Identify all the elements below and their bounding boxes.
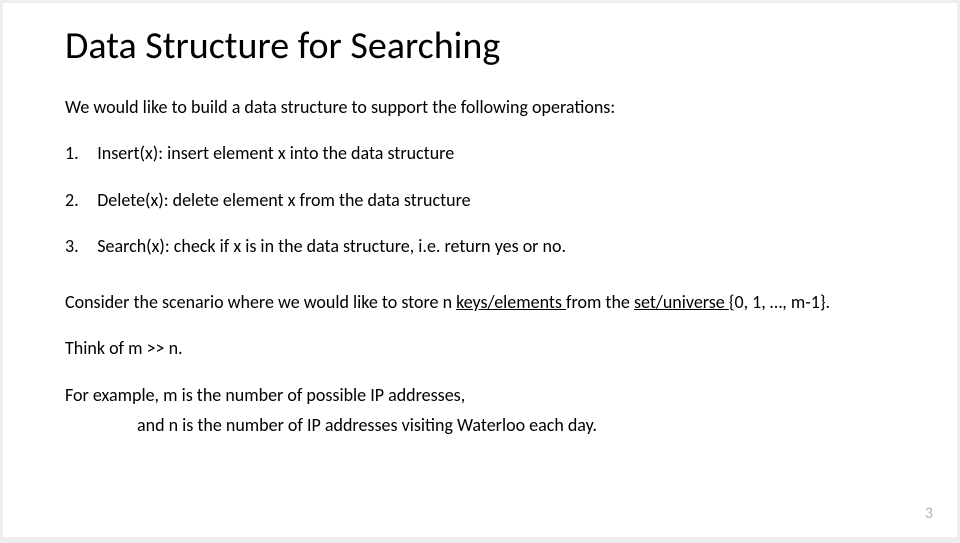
list-item: 2. Delete(x): delete element x from the … — [65, 188, 895, 212]
list-text: Insert(x): insert element x into the dat… — [97, 142, 454, 164]
text-fragment: from the — [566, 291, 634, 313]
scenario-text: Consider the scenario where we would lik… — [65, 290, 895, 314]
intro-text: We would like to build a data structure … — [65, 95, 895, 119]
example-line-1: For example, m is the number of possible… — [65, 383, 895, 407]
list-number: 2. — [65, 188, 85, 212]
slide-title: Data Structure for Searching — [65, 23, 895, 69]
list-item: 1. Insert(x): insert element x into the … — [65, 141, 895, 165]
think-text: Think of m >> n. — [65, 336, 895, 360]
text-fragment: {0, 1, …, m-1}. — [729, 291, 830, 313]
example-line-2: and n is the number of IP addresses visi… — [65, 413, 895, 437]
list-text: Search(x): check if x is in the data str… — [97, 235, 566, 257]
page-number: 3 — [925, 504, 933, 523]
slide: Data Structure for Searching We would li… — [3, 3, 957, 537]
operations-list: 1. Insert(x): insert element x into the … — [65, 141, 895, 258]
text-fragment: Consider the scenario where we would lik… — [65, 291, 456, 313]
list-text: Delete(x): delete element x from the dat… — [97, 189, 470, 211]
underlined-text: set/universe — [634, 291, 729, 313]
list-number: 3. — [65, 234, 85, 258]
slide-body: We would like to build a data structure … — [65, 95, 895, 437]
list-number: 1. — [65, 141, 85, 165]
underlined-text: keys/elements — [456, 291, 566, 313]
list-item: 3. Search(x): check if x is in the data … — [65, 234, 895, 258]
